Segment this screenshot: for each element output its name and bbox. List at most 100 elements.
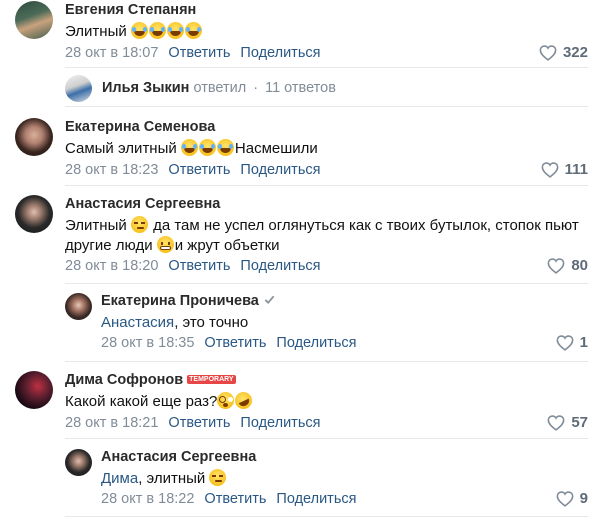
like-button[interactable]: 1 — [556, 334, 588, 351]
divider — [65, 438, 588, 439]
avatar[interactable] — [65, 449, 92, 476]
avatar[interactable] — [15, 118, 53, 156]
share-button[interactable]: Поделиться — [240, 162, 320, 178]
author-name-text[interactable]: Дима Софронов — [65, 372, 183, 388]
comment-date[interactable]: 28 окт в 18:20 — [65, 258, 158, 274]
comment-text-part: и жрут объетки — [174, 237, 280, 254]
reply-comment: Анастасия Сергеевна Дима, элитный 28 окт… — [0, 447, 604, 517]
avatar[interactable] — [65, 75, 92, 102]
comment-date[interactable]: 28 окт в 18:23 — [65, 162, 158, 178]
share-button[interactable]: Поделиться — [240, 45, 320, 61]
divider — [65, 516, 588, 517]
laughing-emoji-icon — [216, 139, 234, 156]
reply-button[interactable]: Ответить — [168, 162, 230, 178]
comment-text-part: Насмешили — [234, 140, 318, 157]
like-count: 80 — [571, 257, 588, 274]
thread-author[interactable]: Илья Зыкин — [102, 80, 189, 96]
comment-text-part: Элитный — [65, 23, 131, 40]
comment-date[interactable]: 28 окт в 18:22 — [101, 491, 194, 507]
divider — [65, 361, 588, 362]
comment-text: другие люди и жрут объетки — [65, 234, 280, 257]
comment-text-part: Самый элитный — [65, 140, 181, 157]
heart-icon — [539, 44, 557, 61]
comment: Дима Софронов TEMPORARY Какой какой еще р… — [0, 370, 604, 440]
rofl-emoji-icon — [232, 389, 256, 412]
reply-button[interactable]: Ответить — [168, 415, 230, 431]
comment-text-part: , элитный — [138, 470, 210, 487]
reply-button[interactable]: Ответить — [168, 258, 230, 274]
author-name[interactable]: Анастасия Сергеевна — [101, 449, 256, 465]
like-count: 322 — [562, 44, 588, 61]
like-count: 1 — [579, 334, 588, 351]
comment-date[interactable]: 28 окт в 18:21 — [65, 415, 158, 431]
author-name[interactable]: Анастасия Сергеевна — [65, 196, 220, 212]
laughing-emoji-icon — [198, 139, 216, 156]
laughing-emoji-icon — [184, 22, 202, 39]
comment-text: Анастасия, это точно — [101, 311, 248, 334]
like-button[interactable]: 57 — [547, 414, 588, 431]
laughing-emoji-icon — [148, 22, 166, 39]
mention-link[interactable]: Дима — [101, 470, 138, 487]
author-name[interactable]: Екатерина Семенова — [65, 119, 215, 135]
heart-icon — [556, 334, 574, 351]
comment-meta: 28 окт в 18:07 Ответить Поделиться — [65, 45, 320, 61]
like-count: 57 — [571, 414, 588, 431]
author-name: Дима Софронов TEMPORARY — [65, 372, 236, 388]
comment-text-part: Элитный — [65, 217, 131, 234]
share-button[interactable]: Поделиться — [276, 335, 356, 351]
avatar[interactable] — [15, 195, 53, 233]
heart-icon — [547, 257, 565, 274]
comment-text: Какой какой еще раз? — [65, 389, 256, 413]
like-button[interactable]: 9 — [556, 490, 588, 507]
comment-meta: 28 окт в 18:22 Ответить Поделиться — [101, 491, 356, 507]
status-badge: TEMPORARY — [187, 375, 236, 384]
comment-text: Самый элитный Насмешили — [65, 137, 318, 160]
comment-date[interactable]: 28 окт в 18:07 — [65, 45, 158, 61]
like-button[interactable]: 80 — [547, 257, 588, 274]
share-button[interactable]: Поделиться — [276, 491, 356, 507]
reply-button[interactable]: Ответить — [204, 491, 266, 507]
comment-text: Дима, элитный — [101, 467, 227, 490]
laughing-emoji-icon — [166, 22, 184, 39]
avatar[interactable] — [15, 1, 53, 39]
comment-text-part: другие люди — [65, 237, 157, 254]
divider — [65, 67, 588, 68]
thread-info: Илья Зыкин ответил · 11 ответов — [102, 80, 336, 96]
comment-text-part: да там не успел оглянуться как с твоих б… — [148, 217, 579, 234]
comment-meta: 28 окт в 18:20 Ответить Поделиться — [65, 258, 320, 274]
comment-meta: 28 окт в 18:35 Ответить Поделиться — [101, 335, 356, 351]
share-button[interactable]: Поделиться — [240, 258, 320, 274]
thread-action: ответил — [193, 80, 247, 96]
like-button[interactable]: 322 — [539, 44, 588, 61]
like-count: 9 — [579, 490, 588, 507]
comment-meta: 28 окт в 18:23 Ответить Поделиться — [65, 162, 320, 178]
avatar[interactable] — [65, 293, 92, 320]
comment-date[interactable]: 28 окт в 18:35 — [101, 335, 194, 351]
smirking-emoji-icon — [209, 469, 227, 486]
reply-comment: Екатерина Проничева Анастасия, это точно… — [0, 291, 604, 361]
heart-icon — [541, 161, 559, 178]
author-name-text[interactable]: Екатерина Проничева — [101, 293, 259, 309]
thread-count[interactable]: 11 ответов — [265, 80, 336, 96]
comment-text-part: , это точно — [174, 314, 249, 331]
heart-icon — [556, 490, 574, 507]
like-button[interactable]: 111 — [541, 161, 588, 178]
comment: Евгения Степанян Элитный 28 окт в 18:07 О… — [0, 0, 604, 75]
reply-button[interactable]: Ответить — [168, 45, 230, 61]
verified-check-icon — [264, 295, 275, 305]
mention-link[interactable]: Анастасия — [101, 314, 174, 331]
thread-dot: · — [253, 80, 259, 96]
avatar[interactable] — [15, 371, 53, 409]
comment-text: Элитный — [65, 20, 203, 43]
comment-text-part: Какой какой еще раз? — [65, 393, 218, 410]
thread-summary[interactable]: Илья Зыкин ответил · 11 ответов — [0, 70, 604, 106]
share-button[interactable]: Поделиться — [240, 415, 320, 431]
laughing-emoji-icon — [130, 22, 148, 39]
reply-button[interactable]: Ответить — [204, 335, 266, 351]
smirking-emoji-icon — [130, 216, 148, 233]
laughing-emoji-icon — [180, 139, 198, 156]
author-name: Екатерина Проничева — [101, 293, 275, 309]
comment-meta: 28 окт в 18:21 Ответить Поделиться — [65, 415, 320, 431]
author-name[interactable]: Евгения Степанян — [65, 2, 196, 18]
comment: Екатерина Семенова Самый элитный Насмеши… — [0, 117, 604, 192]
